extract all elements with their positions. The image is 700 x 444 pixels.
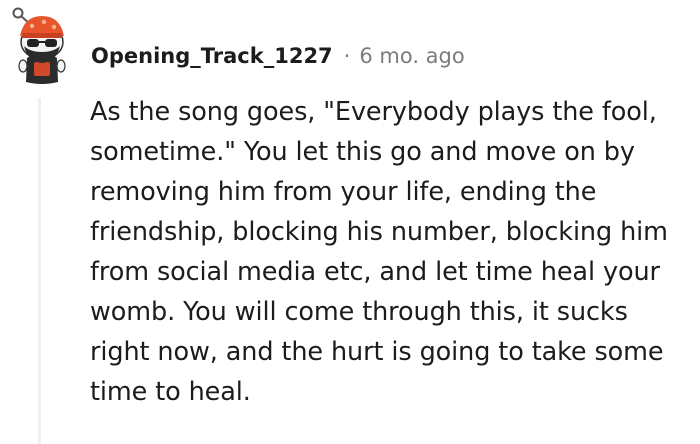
comment-header: Opening_Track_1227 · 6 mo. ago xyxy=(91,40,465,72)
author-username-link[interactable]: Opening_Track_1227 xyxy=(91,44,333,68)
thread-collapse-line[interactable] xyxy=(38,98,41,444)
comment-timestamp[interactable]: 6 mo. ago xyxy=(359,44,464,68)
avatar[interactable] xyxy=(10,6,74,84)
comment: Opening_Track_1227 · 6 mo. ago As the so… xyxy=(0,0,700,444)
meta-separator: · xyxy=(343,44,351,68)
comment-body-text: As the song goes, "Everybody plays the f… xyxy=(90,97,668,407)
comment-body: As the song goes, "Everybody plays the f… xyxy=(90,92,680,412)
snoo-avatar-icon xyxy=(12,7,66,84)
